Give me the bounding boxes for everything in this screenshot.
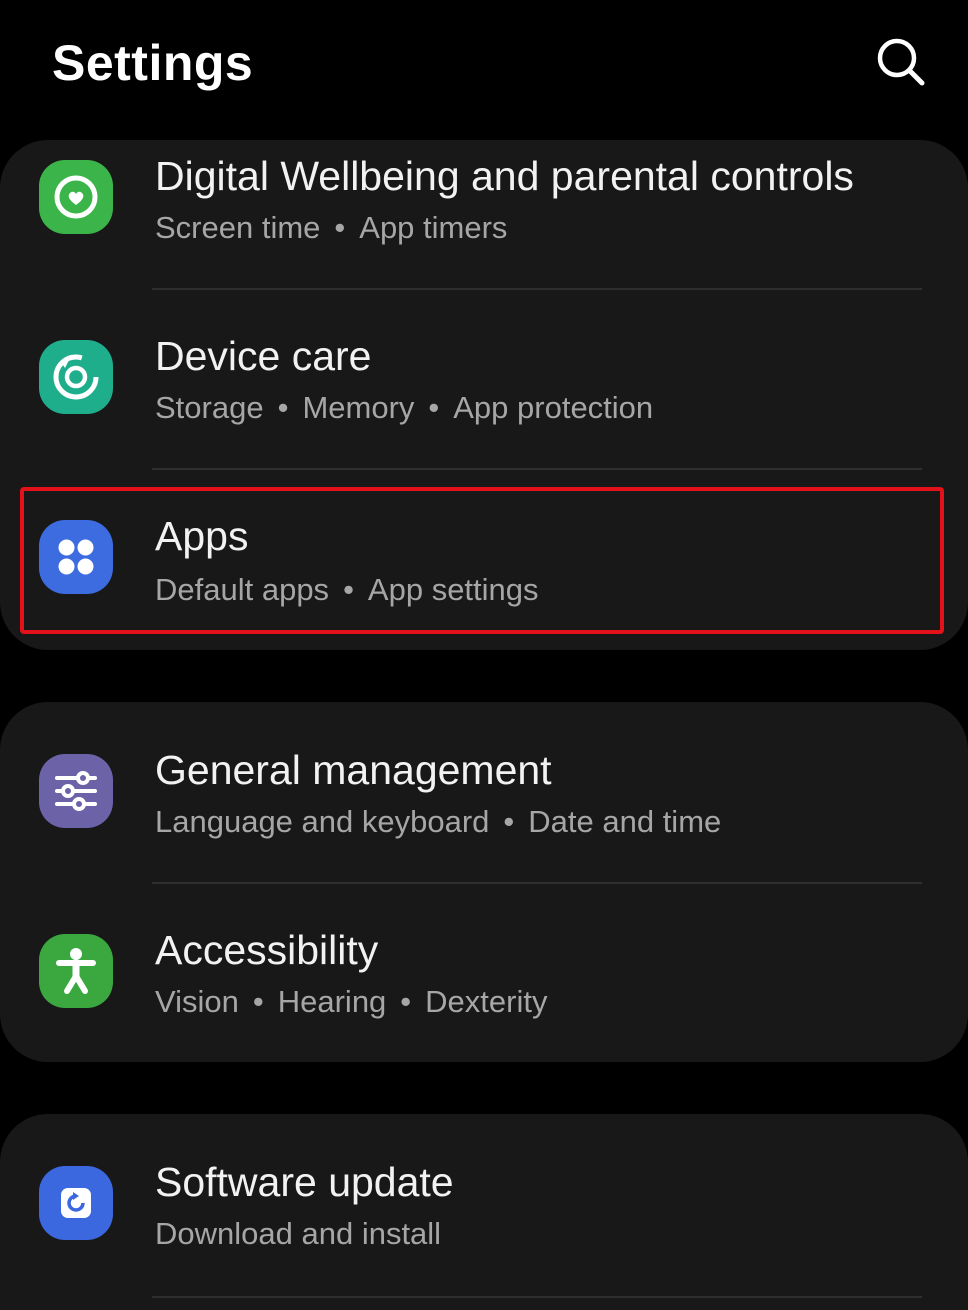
settings-item-subtitle: Default apps • App settings (155, 572, 539, 607)
search-icon (877, 38, 925, 86)
apps-icon (39, 520, 113, 594)
settings-group-2: General management Language and keyboard… (0, 702, 968, 1062)
settings-group-3: Software update Download and install (0, 1114, 968, 1310)
settings-item-subtitle: Language and keyboard • Date and time (155, 804, 722, 839)
sliders-icon (39, 754, 113, 828)
accessibility-icon (39, 934, 113, 1008)
settings-item-device-care[interactable]: Device care Storage • Memory • App protectio… (0, 292, 968, 470)
settings-item-title: Digital Wellbeing and parental controls (155, 153, 854, 199)
device-care-icon (39, 340, 113, 414)
settings-group-1: Digital Wellbeing and parental controls … (0, 140, 968, 650)
settings-item-apps[interactable]: Apps Default apps • App settings (0, 472, 968, 650)
settings-screen: Settings Digital Wellbeing and parental … (0, 0, 968, 1310)
settings-item-title: Device care (155, 333, 372, 379)
search-button[interactable] (870, 32, 932, 94)
header: Settings (0, 0, 968, 130)
settings-item-accessibility[interactable]: Accessibility Vision • Hearing • Dexterity (0, 884, 968, 1062)
settings-item-subtitle: Storage • Memory • App protection (155, 390, 654, 425)
wellbeing-icon (39, 160, 113, 234)
settings-item-subtitle: Screen time • App timers (155, 210, 508, 245)
settings-item-title: Apps (155, 513, 249, 559)
settings-item-subtitle: Vision • Hearing • Dexterity (155, 984, 548, 1019)
page-title: Settings (52, 35, 254, 91)
settings-item-title: General management (155, 747, 552, 793)
divider (152, 1296, 922, 1298)
divider (152, 468, 922, 470)
settings-item-general-management[interactable]: General management Language and keyboard… (0, 702, 968, 880)
settings-item-title: Accessibility (155, 927, 379, 973)
settings-item-subtitle: Download and install (155, 1216, 442, 1251)
settings-item-software-update[interactable]: Software update Download and install (0, 1114, 968, 1292)
software-update-icon (39, 1166, 113, 1240)
divider (152, 288, 922, 290)
settings-item-title: Software update (155, 1159, 454, 1205)
